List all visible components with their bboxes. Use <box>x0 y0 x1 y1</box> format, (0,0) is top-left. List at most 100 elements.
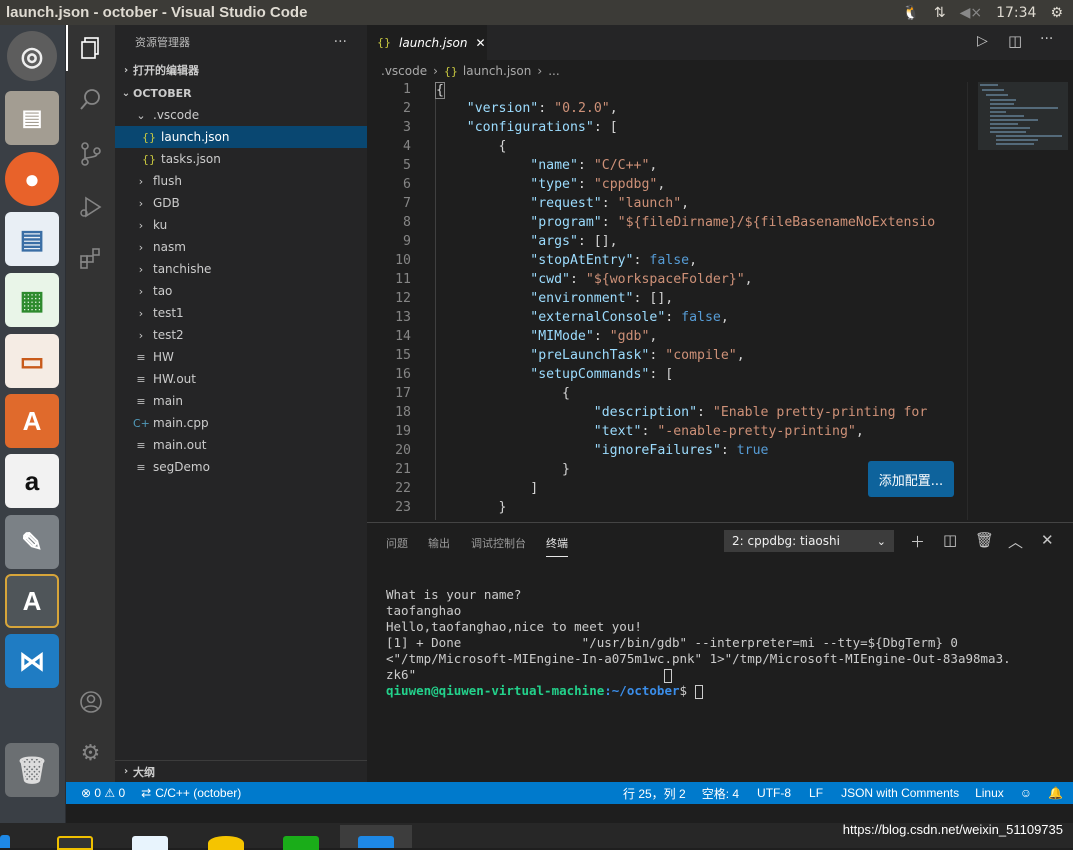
language-status[interactable]: JSON with Comments <box>841 786 959 800</box>
network-icon[interactable]: ⇅ <box>934 5 946 21</box>
folder-section[interactable]: ⌄ OCTOBER <box>115 82 367 104</box>
outline-section[interactable]: › 大纲 <box>115 760 367 782</box>
feedback-icon[interactable]: ☺ <box>1020 786 1032 800</box>
software-updater-icon[interactable]: A <box>5 574 59 628</box>
terminal-select[interactable]: 2: cppdbg: tiaoshi ⌄ <box>724 530 894 552</box>
problems-status[interactable]: ⊗ 0 ⚠ 0 <box>81 786 125 800</box>
accounts-icon[interactable] <box>66 679 115 725</box>
tree-item-label: HW <box>153 350 174 364</box>
split-editor-icon[interactable]: ◫ <box>1008 32 1022 50</box>
ubuntu-top-bar: launch.json - october - Visual Studio Co… <box>0 0 1073 25</box>
cursor-position-status[interactable]: 行 25，列 2 <box>623 785 686 802</box>
vscode-icon[interactable]: ⋈ <box>5 634 59 688</box>
editor-tab-bar: {} launch.json ✕ ▷ ◫ ··· <box>367 25 1073 60</box>
writer-icon[interactable]: ▤ <box>5 212 59 266</box>
run-debug-icon[interactable] <box>66 184 115 230</box>
tree-item[interactable]: C+ main.cpp <box>115 412 367 434</box>
trash-icon[interactable]: 🗑 <box>5 743 59 797</box>
terminal-cursor <box>694 684 703 699</box>
breadcrumb-file[interactable]: launch.json <box>463 64 531 78</box>
tree-item[interactable]: ≡ main.out <box>115 434 367 456</box>
taskbar-active-app[interactable] <box>340 825 412 848</box>
status-bar: ⊗ 0 ⚠ 0 ⇄ C/C++ (october) 行 25，列 2 空格: 4… <box>66 782 1073 804</box>
tree-item[interactable]: ⌄ .vscode <box>115 104 367 126</box>
code-editor[interactable]: 1 2 3 4 5 6 7 8 9 10 11 12 13 14 15 16 17 18 19 20 21 22 23 { … <box>367 82 967 520</box>
software-center-icon[interactable]: A <box>5 394 59 448</box>
tree-item[interactable]: › tanchishe <box>115 258 367 280</box>
line-number: 11 <box>395 272 411 287</box>
tree-item[interactable]: › nasm <box>115 236 367 258</box>
close-icon[interactable]: ✕ <box>475 36 485 50</box>
kill-terminal-icon[interactable]: 🗑 <box>975 531 994 549</box>
chevron-down-icon: ⌄ <box>876 534 886 548</box>
add-configuration-button[interactable]: 添加配置... <box>868 461 954 497</box>
more-actions-icon[interactable]: ··· <box>334 34 347 50</box>
extensions-icon[interactable] <box>66 235 115 281</box>
line-number: 21 <box>395 462 411 477</box>
line-number: 8 <box>403 215 411 230</box>
encoding-status[interactable]: UTF-8 <box>757 786 791 800</box>
files-icon[interactable]: ▤ <box>5 91 59 145</box>
activity-bar: ⚙ <box>66 25 115 782</box>
tab-debug-console[interactable]: 调试控制台 <box>471 535 526 551</box>
settings-gear-icon[interactable]: ⚙ <box>1050 5 1063 21</box>
minimap[interactable] <box>967 82 1073 520</box>
tree-item[interactable]: › flush <box>115 170 367 192</box>
new-terminal-icon[interactable]: ＋ <box>910 531 925 552</box>
tab-terminal[interactable]: 终端 <box>546 535 568 557</box>
tree-item[interactable]: {} tasks.json <box>115 148 367 170</box>
search-icon[interactable] <box>66 77 115 123</box>
calc-icon[interactable]: ▦ <box>5 273 59 327</box>
run-icon[interactable]: ▷ <box>977 33 988 49</box>
tab-launch-json[interactable]: {} launch.json ✕ <box>367 25 487 60</box>
chevron-right-icon: › <box>138 306 144 320</box>
breadcrumb-more[interactable]: ... <box>548 64 559 78</box>
clock[interactable]: 17:34 <box>996 5 1036 21</box>
line-number: 17 <box>395 386 411 401</box>
tree-item-label: main.cpp <box>153 416 209 430</box>
explorer-title: 资源管理器 <box>135 36 190 49</box>
firefox-icon[interactable]: ● <box>5 152 59 206</box>
system-settings-icon[interactable]: ✎ <box>5 515 59 569</box>
split-terminal-icon[interactable]: ◫ <box>943 531 957 549</box>
tab-output[interactable]: 输出 <box>428 535 450 551</box>
taskbar-app-icon[interactable] <box>0 835 10 848</box>
tree-item[interactable]: ≡ HW <box>115 346 367 368</box>
amazon-icon[interactable]: a <box>5 454 59 508</box>
code-line: "description": "Enable pretty-printing f… <box>593 405 928 420</box>
code-line: ] <box>435 481 539 496</box>
explorer-icon[interactable] <box>66 25 115 71</box>
eol-status[interactable]: LF <box>809 786 823 800</box>
tab-problems[interactable]: 问题 <box>386 535 408 551</box>
volume-icon[interactable]: ◀× <box>960 5 983 21</box>
platform-status[interactable]: Linux <box>975 786 1004 800</box>
tree-item[interactable]: {} launch.json <box>115 126 367 148</box>
open-editors-section[interactable]: › 打开的编辑器 <box>115 59 367 81</box>
tree-item[interactable]: › tao <box>115 280 367 302</box>
manage-gear-icon[interactable]: ⚙ <box>66 730 115 776</box>
tree-item[interactable]: ≡ main <box>115 390 367 412</box>
tree-item[interactable]: › test2 <box>115 324 367 346</box>
qq-tray-icon[interactable]: 🐧 <box>902 5 919 21</box>
tree-item[interactable]: › GDB <box>115 192 367 214</box>
tree-item[interactable]: › test1 <box>115 302 367 324</box>
impress-icon[interactable]: ▭ <box>5 334 59 388</box>
tree-item-label: segDemo <box>153 460 210 474</box>
tree-item[interactable]: ≡ HW.out <box>115 368 367 390</box>
tree-item[interactable]: › ku <box>115 214 367 236</box>
close-panel-icon[interactable]: ✕ <box>1041 531 1054 549</box>
tree-item[interactable]: ≡ segDemo <box>115 456 367 478</box>
notifications-icon[interactable]: 🔔 <box>1048 786 1063 800</box>
file-tree: ⌄ .vscode{} launch.json{} tasks.json › flush ›… <box>115 104 367 478</box>
source-control-icon[interactable] <box>66 131 115 177</box>
chevron-down-icon: ⌄ <box>136 108 146 122</box>
terminal-line: <"/tmp/Microsoft-MIEngine-In-a075m1wc.pn… <box>386 651 1011 666</box>
terminal-output[interactable]: What is your name? taofanghao Hello,taofan… <box>386 587 1066 699</box>
config-status[interactable]: ⇄ C/C++ (october) <box>141 786 241 800</box>
indentation-status[interactable]: 空格: 4 <box>702 785 739 802</box>
breadcrumb-folder[interactable]: .vscode <box>381 64 427 78</box>
more-actions-icon[interactable]: ··· <box>1040 31 1053 47</box>
maximize-panel-icon[interactable]: ︿ <box>1008 531 1023 552</box>
code-line: "program": "${fileDirname}/${fileBasenam… <box>530 215 936 230</box>
ubuntu-dash-icon[interactable]: ◎ <box>7 31 57 81</box>
